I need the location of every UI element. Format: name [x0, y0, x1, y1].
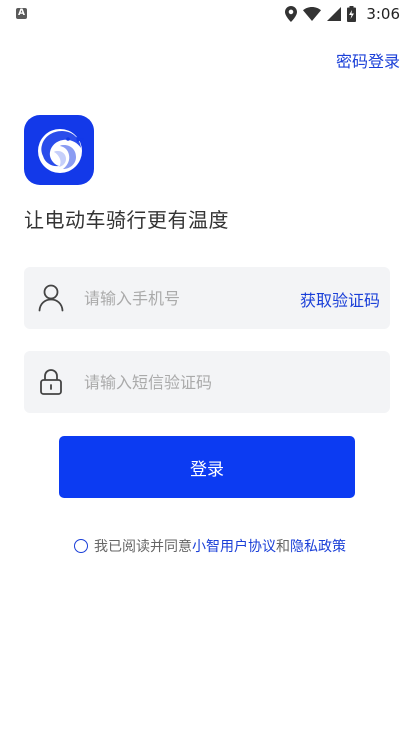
cellular-icon [327, 7, 342, 21]
status-time: 3:06 [366, 5, 400, 23]
login-screen: A 3:06 密码登录 让电动车骑行更有温度 请输入手机号 获取验证码 请输入短… [0, 0, 414, 736]
agreement-checkbox[interactable] [74, 539, 88, 553]
battery-icon [347, 6, 357, 22]
notification-icon: A [16, 8, 27, 19]
login-button[interactable]: 登录 [59, 436, 355, 498]
password-login-link[interactable]: 密码登录 [336, 48, 400, 72]
status-bar: A 3:06 [0, 0, 414, 28]
agreement-and: 和 [276, 539, 290, 555]
location-icon [285, 6, 298, 22]
sms-code-input[interactable] [84, 351, 294, 413]
phone-field: 获取验证码 [24, 267, 390, 329]
get-code-button[interactable]: 获取验证码 [300, 287, 380, 311]
eagle-logo-icon [24, 115, 94, 185]
sms-code-field [24, 351, 390, 413]
wifi-icon [303, 7, 322, 21]
user-icon [38, 284, 64, 312]
status-icons: 3:06 [285, 4, 400, 24]
phone-input[interactable] [84, 267, 294, 329]
slogan: 让电动车骑行更有温度 [24, 208, 229, 232]
agreement-prefix: 我已阅读并同意 [94, 539, 192, 555]
privacy-policy-link[interactable]: 隐私政策 [290, 536, 346, 556]
lock-icon [40, 369, 62, 395]
agreement-row: 我已阅读并同意 小智用户协议 和 隐私政策 [74, 536, 346, 556]
user-agreement-link[interactable]: 小智用户协议 [192, 536, 276, 556]
